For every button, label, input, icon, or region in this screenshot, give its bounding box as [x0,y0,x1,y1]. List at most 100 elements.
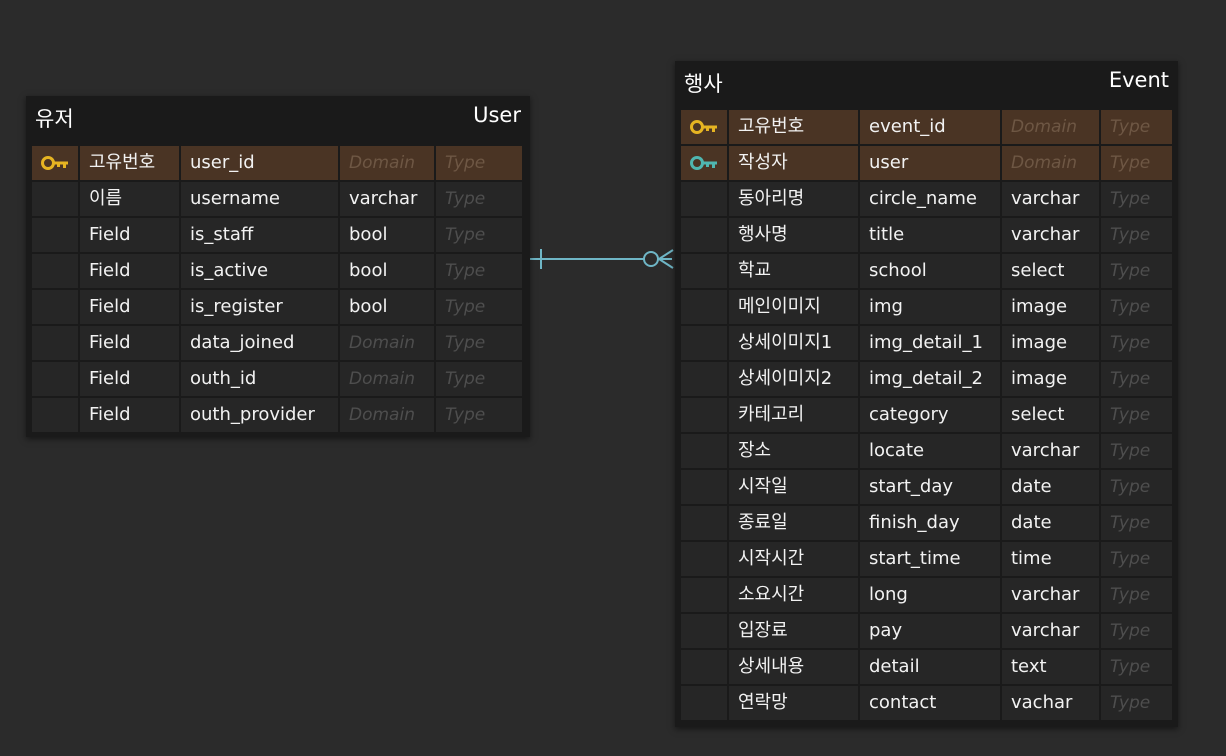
entity-user[interactable]: 유저 User 고유번호 user_id Domain Type 이름 username v… [26,96,530,437]
physical-name-cell[interactable]: outh_id [181,362,338,396]
physical-name-cell[interactable]: is_register [181,290,338,324]
type-placeholder-cell[interactable]: Type [1101,434,1172,468]
physical-name-cell[interactable]: contact [860,686,1000,720]
data-type-cell[interactable]: varchar [340,182,434,216]
logical-name-cell[interactable]: Field [80,398,179,432]
logical-name-cell[interactable]: 시작시간 [729,542,858,576]
entity-header[interactable]: 유저 User [26,96,530,142]
logical-name-cell[interactable]: 소요시간 [729,578,858,612]
physical-name-cell[interactable]: event_id [860,110,1000,144]
type-placeholder-cell[interactable]: Type [436,398,522,432]
logical-name-cell[interactable]: Field [80,254,179,288]
logical-name-cell[interactable]: 연락망 [729,686,858,720]
physical-name-cell[interactable]: school [860,254,1000,288]
attribute-row[interactable]: 학교 school select Type [681,254,1172,288]
logical-name-cell[interactable]: Field [80,326,179,360]
data-type-cell[interactable]: image [1002,362,1099,396]
logical-name-cell[interactable]: 카테고리 [729,398,858,432]
physical-name-cell[interactable]: user_id [181,146,338,180]
type-placeholder-cell[interactable]: Type [1101,326,1172,360]
attribute-row[interactable]: Field outh_provider Domain Type [32,398,524,432]
attribute-row[interactable]: 시작시간 start_time time Type [681,542,1172,576]
logical-name-cell[interactable]: 상세이미지2 [729,362,858,396]
type-placeholder-cell[interactable]: Type [1101,254,1172,288]
entity-logical-name[interactable]: 행사 [684,68,723,98]
physical-name-cell[interactable]: user [860,146,1000,180]
type-placeholder-cell[interactable]: Type [1101,146,1172,180]
physical-name-cell[interactable]: start_time [860,542,1000,576]
physical-name-cell[interactable]: data_joined [181,326,338,360]
attribute-row[interactable]: 동아리명 circle_name varchar Type [681,182,1172,216]
type-placeholder-cell[interactable]: Type [436,218,522,252]
data-type-cell[interactable]: bool [340,290,434,324]
attribute-row[interactable]: Field outh_id Domain Type [32,362,524,396]
logical-name-cell[interactable]: 입장료 [729,614,858,648]
attribute-row[interactable]: 작성자 user Domain Type [681,146,1172,180]
data-type-cell[interactable]: Domain [340,146,434,180]
attribute-row[interactable]: 장소 locate varchar Type [681,434,1172,468]
physical-name-cell[interactable]: img_detail_2 [860,362,1000,396]
logical-name-cell[interactable]: 이름 [80,182,179,216]
attribute-row[interactable]: 연락망 contact vachar Type [681,686,1172,720]
type-placeholder-cell[interactable]: Type [436,290,522,324]
logical-name-cell[interactable]: 종료일 [729,506,858,540]
type-placeholder-cell[interactable]: Type [1101,614,1172,648]
type-placeholder-cell[interactable]: Type [1101,686,1172,720]
physical-name-cell[interactable]: is_staff [181,218,338,252]
attribute-row[interactable]: 고유번호 event_id Domain Type [681,110,1172,144]
type-placeholder-cell[interactable]: Type [1101,542,1172,576]
logical-name-cell[interactable]: 행사명 [729,218,858,252]
physical-name-cell[interactable]: long [860,578,1000,612]
data-type-cell[interactable]: select [1002,398,1099,432]
data-type-cell[interactable]: bool [340,254,434,288]
physical-name-cell[interactable]: category [860,398,1000,432]
logical-name-cell[interactable]: 작성자 [729,146,858,180]
type-placeholder-cell[interactable]: Type [1101,506,1172,540]
logical-name-cell[interactable]: 고유번호 [80,146,179,180]
attribute-row[interactable]: 메인이미지 img image Type [681,290,1172,324]
logical-name-cell[interactable]: 동아리명 [729,182,858,216]
data-type-cell[interactable]: Domain [1002,146,1099,180]
logical-name-cell[interactable]: 상세내용 [729,650,858,684]
attribute-row[interactable]: Field is_register bool Type [32,290,524,324]
physical-name-cell[interactable]: is_active [181,254,338,288]
type-placeholder-cell[interactable]: Type [1101,398,1172,432]
type-placeholder-cell[interactable]: Type [1101,182,1172,216]
attribute-row[interactable]: 시작일 start_day date Type [681,470,1172,504]
data-type-cell[interactable]: varchar [1002,218,1099,252]
data-type-cell[interactable]: varchar [1002,578,1099,612]
data-type-cell[interactable]: Domain [340,326,434,360]
logical-name-cell[interactable]: 메인이미지 [729,290,858,324]
data-type-cell[interactable]: date [1002,470,1099,504]
entity-physical-name[interactable]: User [473,103,521,127]
attribute-row[interactable]: 상세이미지2 img_detail_2 image Type [681,362,1172,396]
attribute-row[interactable]: 소요시간 long varchar Type [681,578,1172,612]
physical-name-cell[interactable]: detail [860,650,1000,684]
type-placeholder-cell[interactable]: Type [1101,578,1172,612]
data-type-cell[interactable]: varchar [1002,182,1099,216]
physical-name-cell[interactable]: pay [860,614,1000,648]
logical-name-cell[interactable]: 학교 [729,254,858,288]
type-placeholder-cell[interactable]: Type [436,146,522,180]
data-type-cell[interactable]: Domain [340,398,434,432]
logical-name-cell[interactable]: Field [80,218,179,252]
entity-logical-name[interactable]: 유저 [35,103,74,133]
physical-name-cell[interactable]: username [181,182,338,216]
attribute-row[interactable]: Field is_active bool Type [32,254,524,288]
attribute-row[interactable]: 이름 username varchar Type [32,182,524,216]
attribute-row[interactable]: 입장료 pay varchar Type [681,614,1172,648]
data-type-cell[interactable]: Domain [340,362,434,396]
type-placeholder-cell[interactable]: Type [1101,290,1172,324]
data-type-cell[interactable]: Domain [1002,110,1099,144]
logical-name-cell[interactable]: 상세이미지1 [729,326,858,360]
physical-name-cell[interactable]: circle_name [860,182,1000,216]
data-type-cell[interactable]: vachar [1002,686,1099,720]
entity-physical-name[interactable]: Event [1109,68,1169,92]
physical-name-cell[interactable]: img [860,290,1000,324]
logical-name-cell[interactable]: Field [80,362,179,396]
logical-name-cell[interactable]: 장소 [729,434,858,468]
physical-name-cell[interactable]: title [860,218,1000,252]
data-type-cell[interactable]: time [1002,542,1099,576]
type-placeholder-cell[interactable]: Type [1101,110,1172,144]
attribute-row[interactable]: 카테고리 category select Type [681,398,1172,432]
